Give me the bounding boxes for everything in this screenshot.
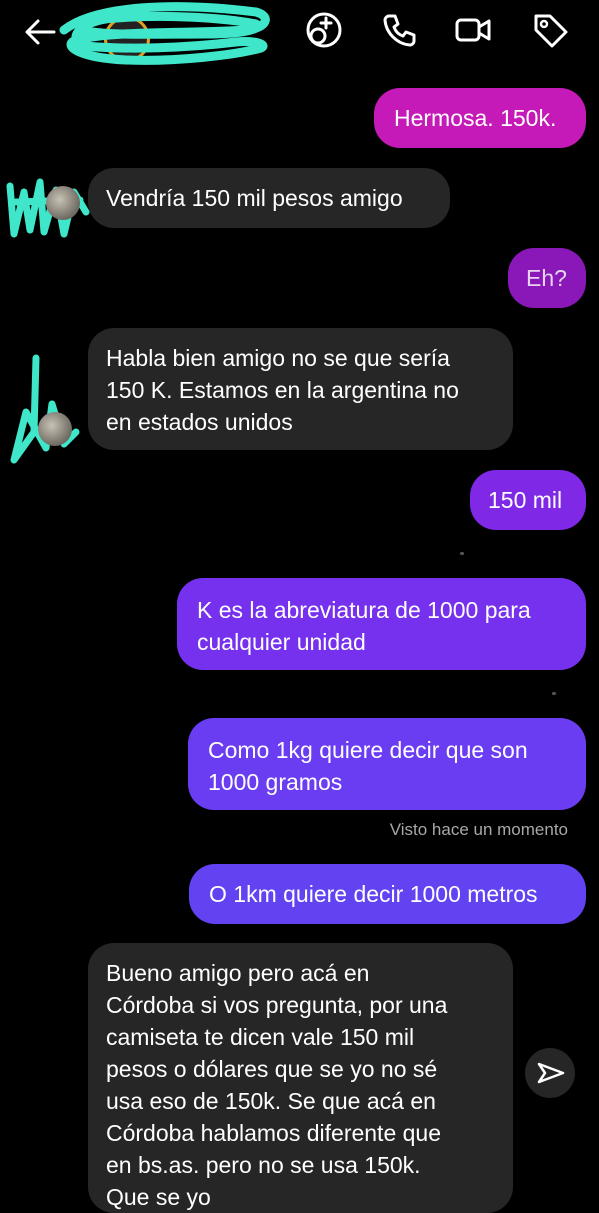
message-bubble-outgoing[interactable]: Como 1kg quiere decir que son 1000 gramo… [188, 718, 586, 810]
video-icon[interactable] [453, 10, 493, 50]
message-line: usa eso de 150k. Se que acá en [106, 1088, 436, 1114]
message-bubble-incoming[interactable]: Habla bien amigo no se que sería 150 K. … [88, 328, 513, 450]
message-line: cualquier unidad [197, 629, 366, 655]
message-text: 150 mil [488, 487, 563, 513]
message-bubble-incoming[interactable]: Vendría 150 mil pesos amigo [88, 168, 450, 228]
typing-dot [552, 692, 556, 695]
message-line: 150 K. Estamos en la argentina no [106, 377, 459, 403]
message-line: Que se yo [106, 1184, 211, 1210]
phone-icon[interactable] [380, 10, 420, 50]
message-bubble-outgoing[interactable]: K es la abreviatura de 1000 para cualqui… [177, 578, 586, 670]
message-text: Hermosa. 150k. [394, 105, 557, 131]
back-arrow-icon[interactable] [22, 14, 58, 50]
contact-avatar-small[interactable] [46, 186, 80, 220]
message-text: Vendría 150 mil pesos amigo [106, 185, 403, 211]
message-bubble-outgoing[interactable]: Hermosa. 150k. [374, 88, 586, 148]
message-line: Córdoba si vos pregunta, por una [106, 992, 448, 1018]
message-bubble-outgoing[interactable]: O 1km quiere decir 1000 metros [189, 864, 586, 924]
message-line: Córdoba hablamos diferente que [106, 1120, 442, 1146]
message-bubble-outgoing[interactable]: 150 mil [470, 470, 586, 530]
message-line: camiseta te dicen vale 150 mil [106, 1024, 415, 1050]
message-bubble-outgoing[interactable]: Eh? [508, 248, 586, 308]
contact-avatar-small[interactable] [38, 412, 72, 446]
message-line: en bs.as. pero no se usa 150k. [106, 1152, 421, 1178]
message-line: K es la abreviatura de 1000 para [197, 597, 531, 623]
chat-header [0, 0, 599, 70]
message-line: Bueno amigo pero acá en [106, 960, 370, 986]
tag-icon[interactable] [530, 10, 570, 50]
send-icon [537, 1062, 565, 1084]
message-line: pesos o dólares que se yo no sé [106, 1056, 438, 1082]
message-line: 1000 gramos [208, 769, 343, 795]
message-bubble-incoming[interactable]: Bueno amigo pero acá en Córdoba si vos p… [88, 943, 513, 1213]
redaction-scribble [10, 354, 80, 464]
message-line: Habla bien amigo no se que sería [106, 345, 450, 371]
redaction-scribble [59, 2, 270, 65]
seen-status: Visto hace un momento [389, 820, 568, 839]
message-text: O 1km quiere decir 1000 metros [209, 881, 538, 907]
message-line: en estados unidos [106, 409, 293, 435]
share-button[interactable] [525, 1048, 575, 1098]
typing-dot [460, 552, 464, 555]
add-people-icon[interactable] [304, 10, 344, 50]
message-text: Eh? [526, 265, 567, 291]
message-line: Como 1kg quiere decir que son [208, 737, 528, 763]
